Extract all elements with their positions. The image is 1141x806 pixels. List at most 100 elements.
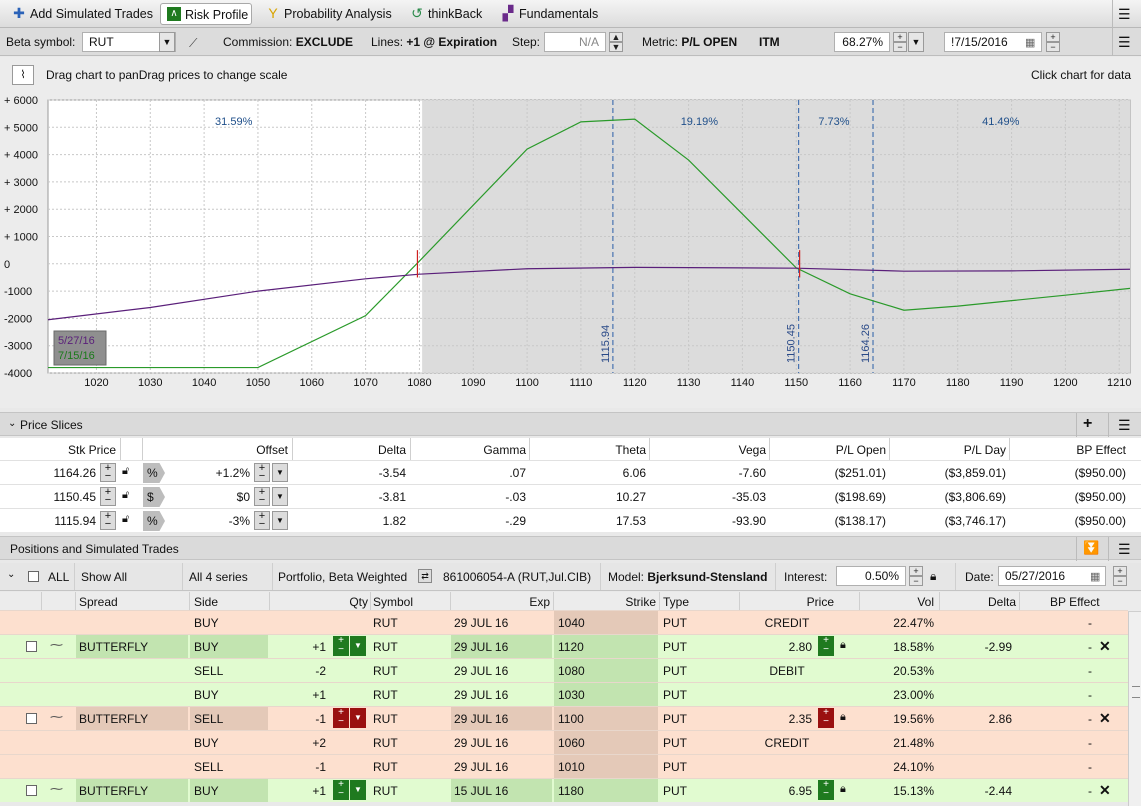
lock-icon[interactable]: 🔓︎ <box>122 513 129 526</box>
slice-offset[interactable]: -3% <box>180 514 250 528</box>
offset-mode-toggle[interactable]: % <box>143 463 165 483</box>
offset-stepper[interactable]: + − <box>254 463 270 482</box>
chevron-down-icon[interactable]: ▼ <box>272 511 288 530</box>
show-filter[interactable]: Show All <box>81 570 127 584</box>
chart-settings-icon[interactable]: ⌇ <box>12 65 34 85</box>
trade-graph-icon[interactable]: ⁓ <box>50 781 63 797</box>
lock-icon[interactable]: 🔓︎ <box>122 489 129 502</box>
risk-profile-chart[interactable]: + 6000 + 5000 + 4000 + 3000 + 2000 + 1000 0 -10… <box>0 93 1141 408</box>
price-slices-header[interactable]: ⌄ Price Slices + ☰ <box>0 412 1141 437</box>
date-down-button[interactable]: − <box>1113 576 1127 586</box>
qty-stepper[interactable]: + − <box>333 708 349 728</box>
chevron-down-icon[interactable]: ▼ <box>908 32 924 52</box>
volatility-input[interactable]: 68.27% <box>834 32 890 52</box>
chevron-down-icon[interactable]: ▼ <box>350 636 366 656</box>
scroll-thumb[interactable] <box>1132 686 1140 698</box>
stk-stepper[interactable]: + − <box>100 487 116 506</box>
slice-stk-price[interactable]: 1150.45 <box>30 490 97 504</box>
trade-graph-icon[interactable]: ⁓ <box>50 637 63 653</box>
itm-toggle[interactable]: ITM <box>759 35 780 49</box>
row-price[interactable]: 6.95 <box>740 784 812 798</box>
calendar-icon[interactable]: ▦ <box>1025 36 1035 49</box>
account-filter[interactable]: 861006054-A (RUT,Jul.CIB) <box>443 570 591 584</box>
select-all-checkbox[interactable] <box>28 571 39 582</box>
tab-risk-profile[interactable]: ∧ Risk Profile <box>160 3 252 25</box>
chevron-down-icon[interactable]: ⌄ <box>7 569 15 580</box>
price-slice-row[interactable]: 1150.45 + − 🔓︎ $ $0 + − ▼ -3.81 -.03 10.27 -35.03 ($1… <box>0 484 1141 508</box>
tab-fundamentals[interactable]: ▞ Fundamentals <box>495 3 605 25</box>
calendar-icon[interactable]: ▦ <box>1090 570 1100 583</box>
add-slice-icon[interactable]: + <box>1083 415 1092 433</box>
step-input[interactable]: N/A <box>544 32 606 52</box>
offset-stepper[interactable]: + − <box>254 511 270 530</box>
lock-icon[interactable]: 🔓︎ <box>122 465 129 478</box>
offset-mode-toggle[interactable]: % <box>143 511 165 531</box>
interest-down-button[interactable]: − <box>909 576 923 586</box>
positions-header[interactable]: Positions and Simulated Trades ⏬ ☰ <box>0 536 1141 561</box>
step-up-button[interactable]: ▲ <box>609 32 623 42</box>
slice-stk-price[interactable]: 1164.26 <box>30 466 97 480</box>
portfolio-filter[interactable]: Portfolio, Beta Weighted <box>278 570 407 584</box>
price-slice-row[interactable]: 1115.94 + − 🔓︎% -3% + − ▼ 1.82 -.29 17.53 -93.90 ($1… <box>0 508 1141 532</box>
menu-icon[interactable]: ☰ <box>1118 541 1131 558</box>
chevron-down-icon[interactable]: ▼ <box>350 780 366 800</box>
remove-row-icon[interactable]: ✕ <box>1099 638 1111 655</box>
price-slice-row[interactable]: 1164.26 + − 🔓︎% +1.2% + − ▼ -3.54.07 6.06 -7.60 ($2… <box>0 460 1141 484</box>
price-stepper[interactable]: + − <box>818 780 834 800</box>
date-up-button[interactable]: + <box>1046 32 1060 42</box>
remove-row-icon[interactable]: ✕ <box>1099 710 1111 727</box>
tab-add-simulated-trades[interactable]: ✚ Add Simulated Trades <box>6 3 156 25</box>
series-filter[interactable]: All 4 series <box>189 570 248 584</box>
commission-value[interactable]: EXCLUDE <box>296 35 353 49</box>
price-stepper[interactable]: + − <box>818 636 834 656</box>
chevron-down-icon[interactable]: ▼ <box>350 708 366 728</box>
position-row[interactable]: BUY RUT 29 JUL 16 1040 PUT CREDIT 22.47% - <box>0 610 1128 634</box>
row-checkbox[interactable] <box>26 713 37 724</box>
position-row[interactable]: ⁓ BUTTERFLY + − ▼ + − 🔒︎ ✕ BUY +1 RUT 29 JUL 16 1120 P… <box>0 634 1128 658</box>
risk-profile-svg[interactable]: + 6000 + 5000 + 4000 + 3000 + 2000 + 1000 0 -10… <box>0 93 1141 408</box>
lock-icon[interactable]: 🔒︎ <box>840 783 846 796</box>
offset-mode-toggle[interactable]: $ <box>143 487 165 507</box>
interest-up-button[interactable]: + <box>909 566 923 576</box>
link-icon[interactable]: ⟋ <box>189 36 197 51</box>
tab-probability-analysis[interactable]: Y Probability Analysis <box>260 3 400 25</box>
metric-value[interactable]: P/L OPEN <box>681 35 737 49</box>
position-row[interactable]: SELL -1 RUT 29 JUL 16 1010 PUT 24.10% - <box>0 754 1128 778</box>
tab-thinkback[interactable]: ↺ thinkBack <box>404 3 494 25</box>
slice-offset[interactable]: +1.2% <box>180 466 250 480</box>
stk-stepper[interactable]: + − <box>100 511 116 530</box>
chevron-down-icon[interactable]: ▼ <box>272 487 288 506</box>
qty-stepper[interactable]: + − <box>333 636 349 656</box>
position-row[interactable]: ⁓ BUTTERFLY + − ▼ + − 🔒︎ ✕ BUY +1 RUT 15 JUL 16 1180 P… <box>0 778 1128 802</box>
chevron-down-icon[interactable]: ⌄ <box>8 418 16 429</box>
qty-stepper[interactable]: + − <box>333 780 349 800</box>
interest-input[interactable]: 0.50% <box>836 566 906 586</box>
slice-offset[interactable]: $0 <box>180 490 250 504</box>
row-price[interactable]: 2.35 <box>740 712 812 726</box>
positions-scrollbar[interactable] <box>1128 612 1141 806</box>
row-price[interactable]: 2.80 <box>740 640 812 654</box>
step-down-button[interactable]: ▼ <box>609 42 623 52</box>
lock-icon[interactable]: 🔒︎ <box>930 569 936 584</box>
account-icon[interactable]: ⇄ <box>418 569 432 583</box>
stk-stepper[interactable]: + − <box>100 463 116 482</box>
menu-icon[interactable]: ☰ <box>1118 417 1131 434</box>
lines-value[interactable]: +1 @ Expiration <box>406 35 497 49</box>
row-checkbox[interactable] <box>26 785 37 796</box>
position-row[interactable]: BUY +2 RUT 29 JUL 16 1060 PUT CREDIT 21.48% - <box>0 730 1128 754</box>
menu-icon[interactable]: ☰ <box>1118 34 1131 51</box>
date-down-button[interactable]: − <box>1046 42 1060 52</box>
lock-icon[interactable]: 🔒︎ <box>840 711 846 724</box>
slice-stk-price[interactable]: 1115.94 <box>30 514 96 528</box>
offset-stepper[interactable]: + − <box>254 487 270 506</box>
row-checkbox[interactable] <box>26 641 37 652</box>
lock-icon[interactable]: 🔒︎ <box>840 639 846 652</box>
remove-row-icon[interactable]: ✕ <box>1099 782 1111 799</box>
price-stepper[interactable]: + − <box>818 708 834 728</box>
model-value[interactable]: Bjerksund-Stensland <box>647 570 767 584</box>
chevron-down-icon[interactable]: ▼ <box>159 32 175 52</box>
menu-icon[interactable]: ☰ <box>1118 6 1131 23</box>
vol-up-button[interactable]: + <box>893 32 907 42</box>
vol-down-button[interactable]: − <box>893 42 907 52</box>
trade-graph-icon[interactable]: ⁓ <box>50 709 63 725</box>
